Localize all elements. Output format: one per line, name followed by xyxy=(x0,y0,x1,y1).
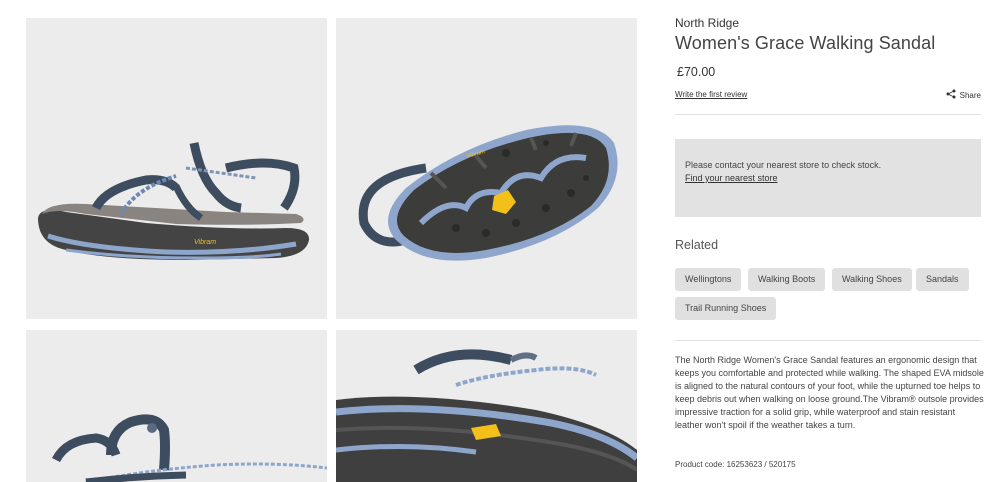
related-tag-trail-running-shoes[interactable]: Trail Running Shoes xyxy=(675,297,777,320)
find-store-link[interactable]: Find your nearest store xyxy=(685,173,778,183)
related-tag-wellingtons[interactable]: Wellingtons xyxy=(675,268,742,291)
sandal-outsole-image xyxy=(336,330,637,482)
stock-info-box: Please contact your nearest store to che… xyxy=(675,139,981,217)
svg-text:Vibram: Vibram xyxy=(194,239,216,246)
write-review-link[interactable]: Write the first review xyxy=(675,90,747,99)
product-description: The North Ridge Women's Grace Sandal fea… xyxy=(675,355,984,430)
product-info-panel: North Ridge Women's Grace Walking Sandal… xyxy=(675,0,984,482)
stock-message: Please contact your nearest store to che… xyxy=(685,160,882,170)
related-tag-walking-boots[interactable]: Walking Boots xyxy=(748,268,826,291)
related-heading: Related xyxy=(675,238,719,252)
product-title: Women's Grace Walking Sandal xyxy=(675,33,936,53)
product-price: £70.00 xyxy=(677,65,716,79)
divider xyxy=(675,114,981,115)
sandal-heel-image xyxy=(26,330,327,482)
divider xyxy=(675,340,981,341)
sandal-sole-image: Vibram xyxy=(336,18,637,319)
product-gallery: Vibram Vibram xyxy=(0,0,650,482)
share-button[interactable]: Share xyxy=(946,89,981,101)
share-label: Share xyxy=(959,90,981,100)
share-icon xyxy=(946,89,956,101)
related-tag-walking-shoes[interactable]: Walking Shoes xyxy=(832,268,912,291)
product-image-side[interactable]: Vibram xyxy=(26,18,327,319)
sandal-side-image: Vibram xyxy=(26,18,327,319)
product-code: Product code: 16253623 / 520175 xyxy=(675,460,796,469)
product-image-outsole[interactable] xyxy=(336,330,637,482)
product-image-heel[interactable] xyxy=(26,330,327,482)
product-brand: North Ridge xyxy=(675,16,740,30)
product-image-sole[interactable]: Vibram xyxy=(336,18,637,319)
related-tag-sandals[interactable]: Sandals xyxy=(916,268,969,291)
